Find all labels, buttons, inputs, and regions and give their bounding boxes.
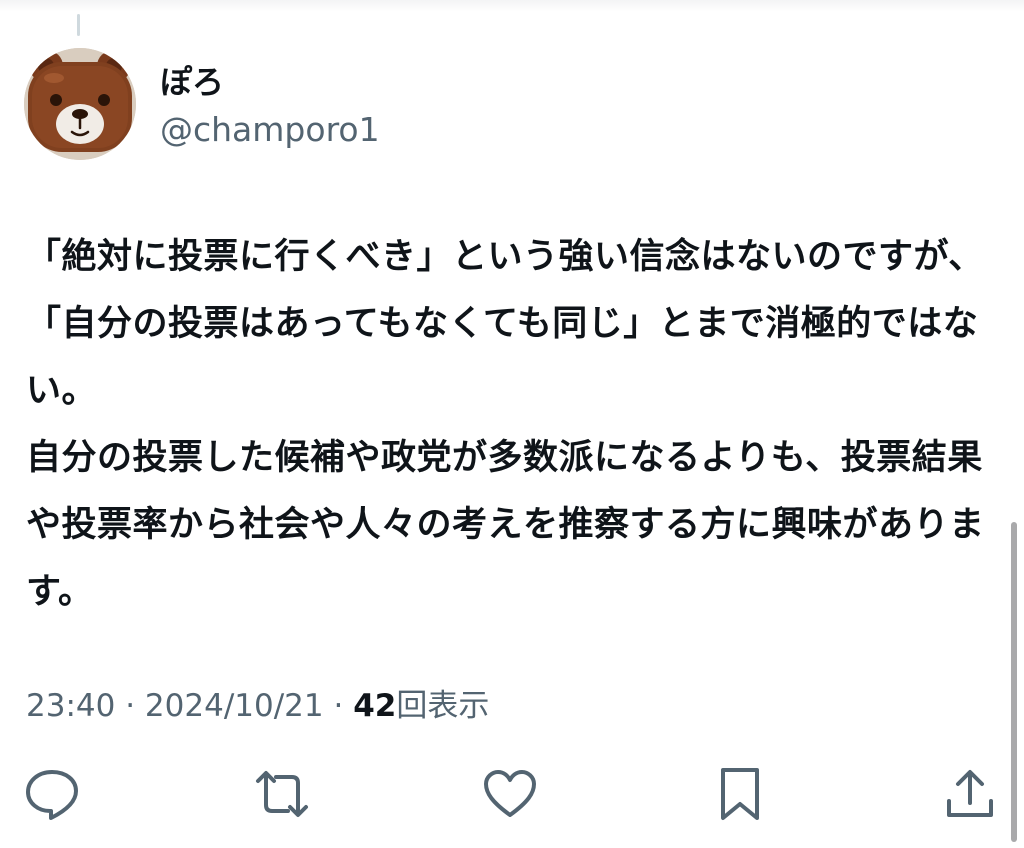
top-divider	[0, 0, 1024, 12]
tweet-meta: 23:40 · 2024/10/21 · 42回表示	[26, 684, 489, 728]
speech-bubble-icon	[26, 770, 78, 820]
tweet-text: 「絶対に投票に行くべき」という強い信念はないのですが、「自分の投票はあってもなく…	[26, 237, 985, 612]
display-name[interactable]: ぽろ	[160, 62, 224, 102]
reply-button[interactable]	[20, 762, 84, 826]
retweet-icon	[256, 771, 308, 817]
bookmark-button[interactable]	[708, 762, 772, 826]
tweet-date[interactable]: 2024/10/21	[145, 688, 324, 724]
bear-avatar-icon	[24, 48, 136, 160]
avatar[interactable]	[24, 48, 136, 160]
share-button[interactable]	[938, 762, 1002, 826]
meta-separator: ·	[333, 688, 344, 724]
tweet-time[interactable]: 23:40	[26, 688, 115, 724]
user-handle[interactable]: @champoro1	[160, 108, 380, 152]
scrollbar-thumb[interactable]	[1011, 522, 1017, 842]
retweet-button[interactable]	[250, 762, 314, 826]
views-count: 42	[353, 688, 397, 724]
meta-separator: ·	[125, 688, 136, 724]
bookmark-icon	[721, 768, 759, 820]
tweet-detail: ぽろ @champoro1 「絶対に投票に行くべき」という強い信念はないのですが…	[0, 0, 1024, 848]
share-icon	[947, 770, 993, 817]
thread-connector-line	[77, 14, 80, 36]
views-label: 回表示	[396, 688, 490, 724]
heart-icon	[484, 770, 536, 817]
like-button[interactable]	[478, 762, 542, 826]
